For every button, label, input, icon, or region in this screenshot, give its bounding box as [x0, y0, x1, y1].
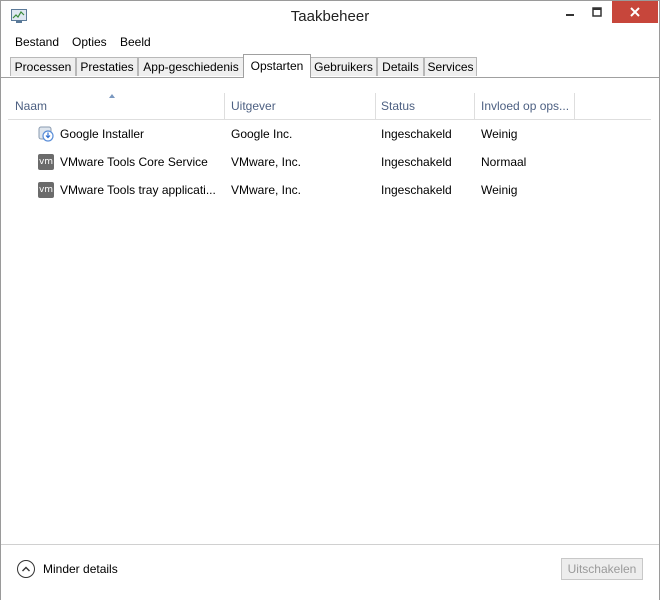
row-publisher: VMware, Inc. [231, 155, 302, 169]
row-name: VMware Tools tray applicati... [60, 183, 216, 197]
tab-opstarten[interactable]: Opstarten [243, 54, 311, 78]
tab-prestaties[interactable]: Prestaties [76, 57, 138, 76]
row-status: Ingeschakeld [381, 127, 452, 141]
tab-processen[interactable]: Processen [10, 57, 76, 76]
footer-bar: Minder details Uitschakelen [1, 544, 659, 600]
startup-list: Naam Uitgever Status Invloed op ops... G… [1, 78, 659, 545]
row-impact: Weinig [481, 183, 518, 197]
menu-bestand[interactable]: Bestand [15, 35, 59, 49]
vmware-icon: vm [38, 154, 54, 170]
chevron-up-circle-icon[interactable] [17, 560, 35, 578]
minimize-button[interactable] [559, 1, 581, 23]
row-impact: Normaal [481, 155, 527, 169]
task-manager-window: Taakbeheer Bestand Opties Beeld Processe… [0, 0, 660, 600]
title-bar: Taakbeheer [1, 1, 659, 32]
menu-bar: Bestand Opties Beeld [1, 32, 659, 52]
maximize-button[interactable] [586, 1, 608, 23]
tab-details[interactable]: Details [377, 57, 424, 76]
tab-gebruikers[interactable]: Gebruikers [310, 57, 377, 76]
tab-services[interactable]: Services [424, 57, 477, 76]
menu-beeld[interactable]: Beeld [120, 35, 151, 49]
table-row[interactable]: Google Installer Google Inc. Ingeschakel… [9, 121, 649, 147]
disable-button[interactable]: Uitschakelen [561, 558, 643, 580]
vmware-icon: vm [38, 182, 54, 198]
column-header-impact[interactable]: Invloed op ops... [475, 94, 575, 118]
maximize-icon [592, 7, 602, 17]
row-publisher: VMware, Inc. [231, 183, 302, 197]
row-publisher: Google Inc. [231, 127, 293, 141]
row-name: Google Installer [60, 127, 145, 141]
close-button[interactable] [612, 1, 658, 23]
row-impact: Weinig [481, 127, 518, 141]
column-header-publisher[interactable]: Uitgever [225, 94, 375, 118]
row-status: Ingeschakeld [381, 183, 452, 197]
tab-bar: Processen Prestaties App-geschiedenis Op… [1, 53, 659, 78]
google-installer-icon [38, 126, 54, 142]
close-icon [630, 7, 640, 17]
column-header-name[interactable]: Naam [9, 94, 224, 118]
row-name: VMware Tools Core Service [60, 155, 208, 169]
header-divider [8, 119, 651, 120]
column-header-status[interactable]: Status [375, 94, 475, 118]
table-row[interactable]: vm VMware Tools tray applicati... VMware… [9, 177, 649, 203]
minimize-icon [566, 14, 574, 16]
menu-opties[interactable]: Opties [72, 35, 107, 49]
row-status: Ingeschakeld [381, 155, 452, 169]
column-divider[interactable] [574, 93, 575, 119]
less-details-link[interactable]: Minder details [43, 562, 118, 576]
table-row[interactable]: vm VMware Tools Core Service VMware, Inc… [9, 149, 649, 175]
tab-app-geschiedenis[interactable]: App-geschiedenis [138, 57, 244, 76]
